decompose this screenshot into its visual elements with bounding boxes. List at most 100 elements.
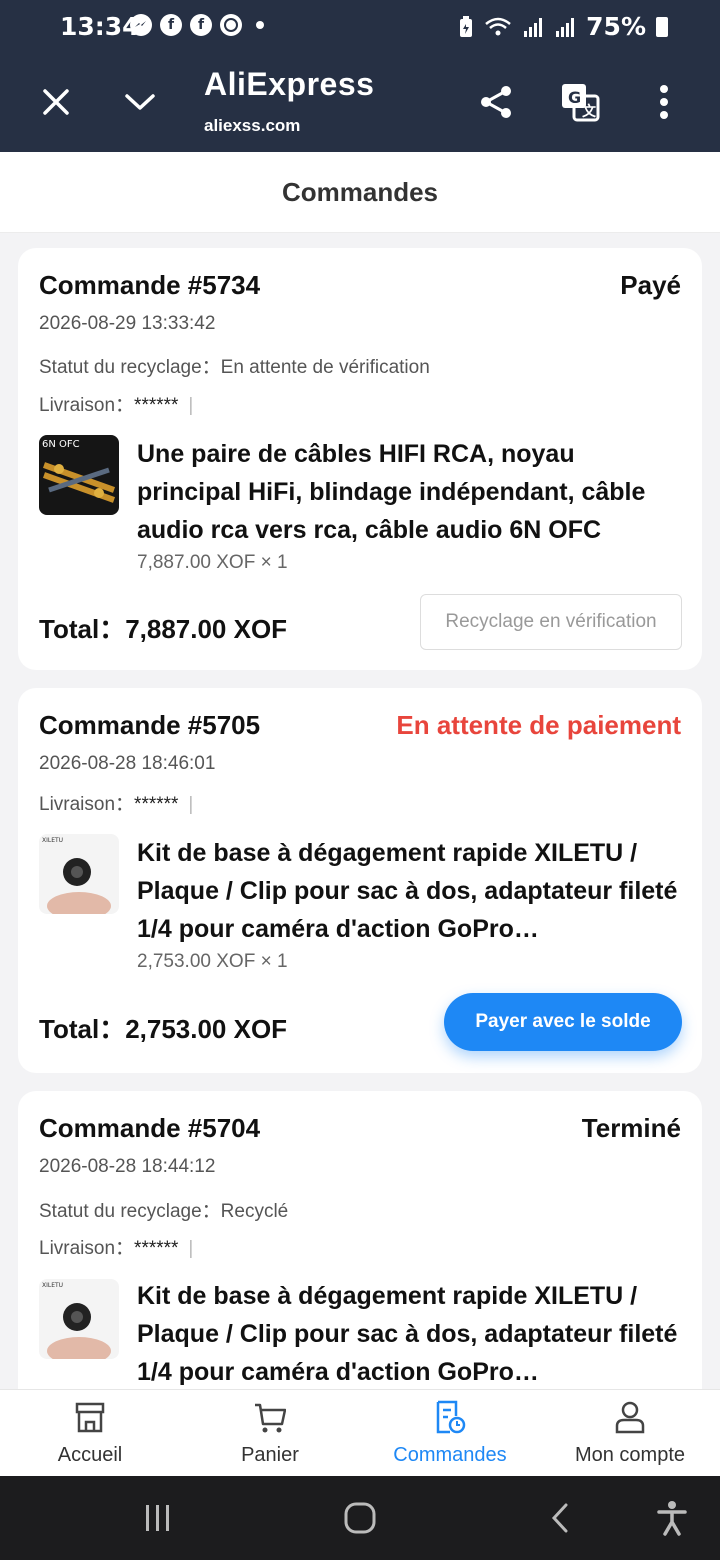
delivery-value: ****** [134,794,179,815]
more-menu-button[interactable] [640,78,688,126]
product-price: 7,887.00 XOF × 1 [137,552,288,573]
nav-label: Accueil [57,1444,123,1466]
recycle-value: Recyclé [220,1201,289,1222]
home-icon [344,1502,376,1534]
system-navigation-bar [0,1476,720,1560]
product-title[interactable]: Kit de base à dégagement rapide XILETU /… [137,834,682,948]
nav-label: Commandes [393,1444,507,1466]
svg-text:文: 文 [582,103,597,120]
whatsapp-icon [220,14,242,36]
chevron-down-icon [125,94,155,110]
product-price: 2,753.00 XOF × 1 [137,951,288,972]
order-number: Commande #5705 [39,710,261,740]
nav-label: Panier [241,1444,299,1466]
nav-item-commandes[interactable]: Commandes [360,1390,540,1477]
order-card[interactable]: Commande #5734 Payé 2026-08-29 13:33:42 … [18,248,702,670]
delivery-value: ****** [134,395,179,416]
cable-image: 6N OFC [42,439,116,503]
close-button[interactable] [32,78,80,126]
store-icon [75,1402,105,1433]
svg-text:G: G [568,88,581,107]
translate-button[interactable]: G文 [556,78,604,126]
nav-item-accueil[interactable]: Accueil [0,1390,180,1477]
site-url: aliexss.com [204,116,301,135]
mount-image: XILETU [42,1282,111,1359]
recycle-label: Statut du recyclage： [39,1201,221,1222]
divider: | [188,395,194,416]
home-button[interactable] [340,1498,380,1538]
accessibility-button[interactable] [652,1498,692,1538]
mount-image: XILETU [42,837,111,914]
order-status: Terminé [581,1113,681,1143]
collapse-button[interactable] [116,78,164,126]
order-number: Commande #5734 [39,270,261,300]
order-card[interactable]: Commande #5705 En attente de paiement 20… [18,688,702,1073]
recycle-value: En attente de vérification [220,357,430,378]
site-title: AliExpress [204,66,375,102]
back-icon [551,1503,568,1533]
order-number: Commande #5704 [39,1113,261,1143]
product-thumbnail[interactable]: XILETU [39,834,119,914]
delivery-info: Livraison：****** | [39,1233,193,1260]
translate-icon: G文 [562,84,600,122]
product-thumbnail[interactable]: 6N OFC [39,435,119,515]
battery-icon [656,16,668,37]
top-bar: 13:34 f f 75% AliExpress aliexss.com G 文 [0,0,720,152]
order-status: Payé [620,270,681,300]
product-title[interactable]: Une paire de câbles HIFI RCA, noyau prin… [137,435,682,549]
delivery-info: Livraison：****** | [39,789,193,816]
recent-apps-button[interactable] [138,1498,178,1538]
signal-icon [556,17,575,37]
product-thumbnail[interactable]: XILETU [39,1279,119,1359]
recycling-review-button[interactable]: Recyclage en vérification [420,594,682,650]
order-card[interactable]: Commande #5704 Terminé 2026-08-28 18:44:… [18,1091,702,1431]
notification-icons: f f [130,14,264,36]
order-total: Total：7,887.00 XOF [39,609,287,646]
status-bar: 13:34 f f 75% [0,0,720,56]
wifi-icon [485,17,511,35]
delivery-label: Livraison： [39,794,135,815]
total-label: Total： [39,1014,126,1044]
orders-icon [436,1400,466,1434]
recycle-label: Statut du recyclage： [39,357,221,378]
divider: | [188,794,194,815]
cart-icon [255,1403,286,1433]
close-icon [43,89,69,115]
browser-header: AliExpress aliexss.com G文 [0,56,720,152]
total-value: 2,753.00 XOF [125,1014,288,1044]
thumb-label: XILETU [42,1282,63,1289]
facebook-icon: f [190,14,212,36]
signal-icon [524,17,543,37]
battery-saver-icon [460,15,473,37]
product-title[interactable]: Kit de base à dégagement rapide XILETU /… [137,1277,682,1391]
back-button[interactable] [540,1498,580,1538]
nav-item-mon-compte[interactable]: Mon compte [540,1390,720,1477]
nav-item-panier[interactable]: Panier [180,1390,360,1477]
divider: | [188,1238,194,1259]
pay-with-balance-button[interactable]: Payer avec le solde [444,993,682,1051]
account-icon [615,1401,645,1434]
more-vert-icon [660,85,668,119]
delivery-label: Livraison： [39,395,135,416]
facebook-icon: f [160,14,182,36]
total-label: Total： [39,614,126,644]
nav-label: Mon compte [574,1444,686,1466]
accessibility-icon [657,1501,687,1536]
order-date: 2026-08-28 18:44:12 [39,1156,216,1177]
share-button[interactable] [472,78,520,126]
order-status: En attente de paiement [396,710,681,740]
bottom-navigation: Accueil Panier Commandes Mon compte [0,1389,720,1477]
order-total: Total：2,753.00 XOF [39,1009,287,1046]
share-icon [481,86,511,118]
delivery-info: Livraison：****** | [39,390,193,417]
recycle-status: Statut du recyclage：En attente de vérifi… [39,352,430,379]
delivery-value: ****** [134,1238,179,1259]
status-right: 75% [458,12,668,41]
messenger-icon [130,14,152,36]
recent-apps-icon [146,1505,169,1531]
battery-percent: 75% [586,12,646,41]
dot-icon [256,21,264,29]
thumb-label: XILETU [42,837,63,844]
total-value: 7,887.00 XOF [125,614,288,644]
order-date: 2026-08-29 13:33:42 [39,313,216,334]
